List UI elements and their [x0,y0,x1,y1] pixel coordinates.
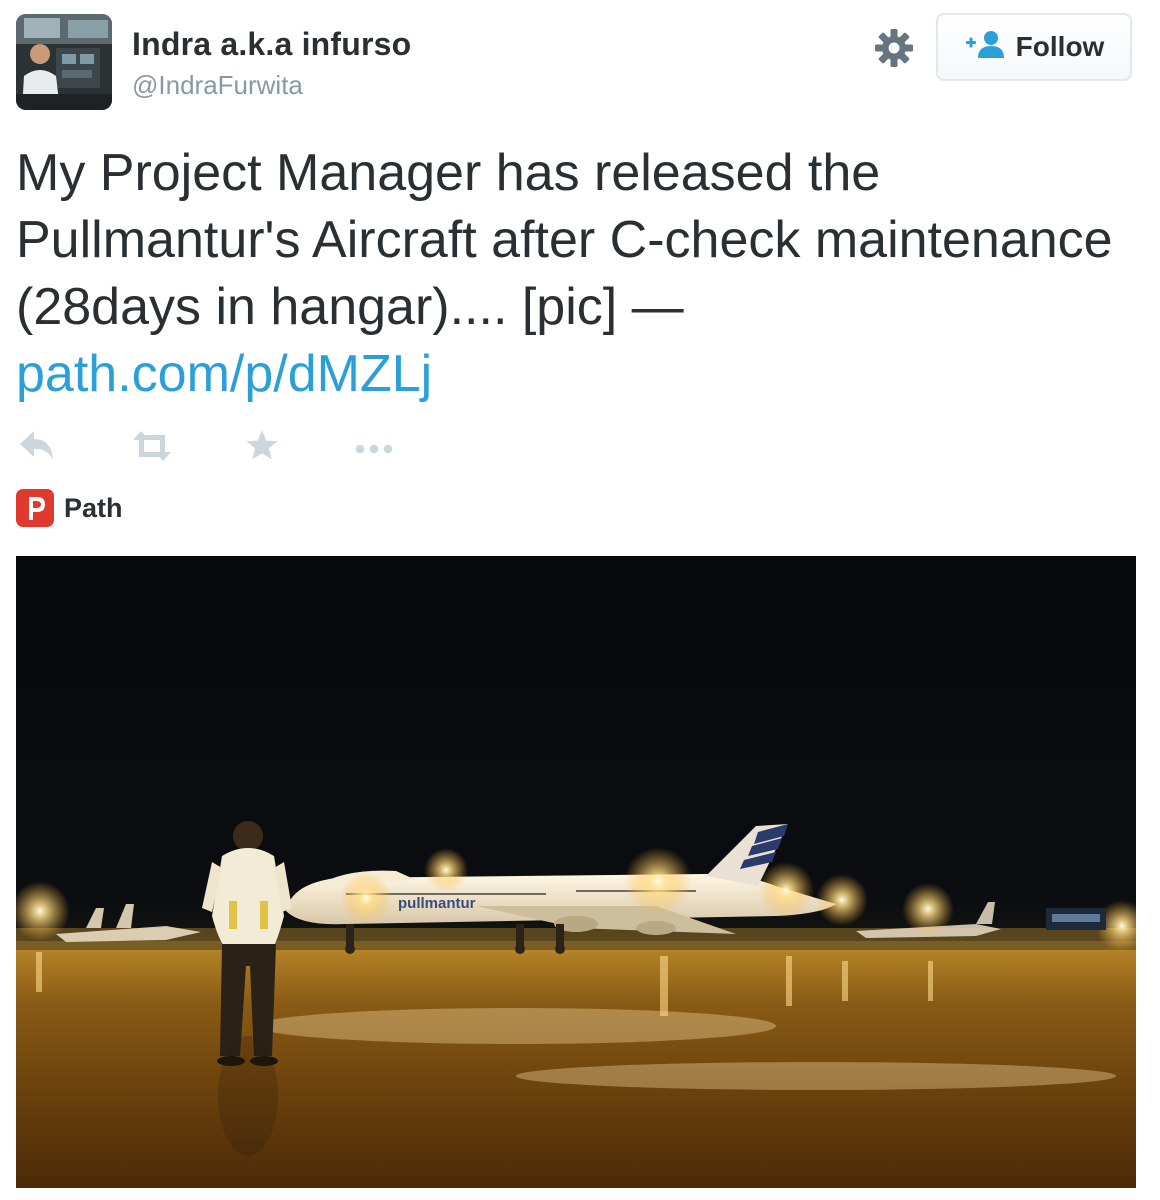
add-user-icon [964,29,1004,66]
livery-text: pullmantur [398,895,476,912]
tweet-text: My Project Manager has released the Pull… [16,140,1136,408]
avatar[interactable] [16,14,112,110]
tweet-photo[interactable]: pullmantur [16,556,1136,1188]
source-card[interactable]: Path [16,488,123,528]
source-label: Path [64,492,123,523]
tarmac-night-scene: pullmantur [16,556,1136,1188]
more-icon[interactable] [354,428,394,469]
follow-label: Follow [1015,31,1105,62]
favorite-icon[interactable] [244,428,280,469]
tweet-body: My Project Manager has released the Pull… [16,144,1113,336]
gear-icon[interactable] [872,26,916,70]
path-logo-icon [16,489,54,527]
retweet-icon[interactable] [132,428,172,469]
tweet-link[interactable]: path.com/p/dMZLj [16,345,432,403]
user-display-name[interactable]: Indra a.k.a infurso [132,26,411,63]
reply-icon[interactable] [18,428,56,469]
follow-button[interactable]: Follow [936,13,1132,81]
user-handle[interactable]: @IndraFurwita [132,70,303,101]
